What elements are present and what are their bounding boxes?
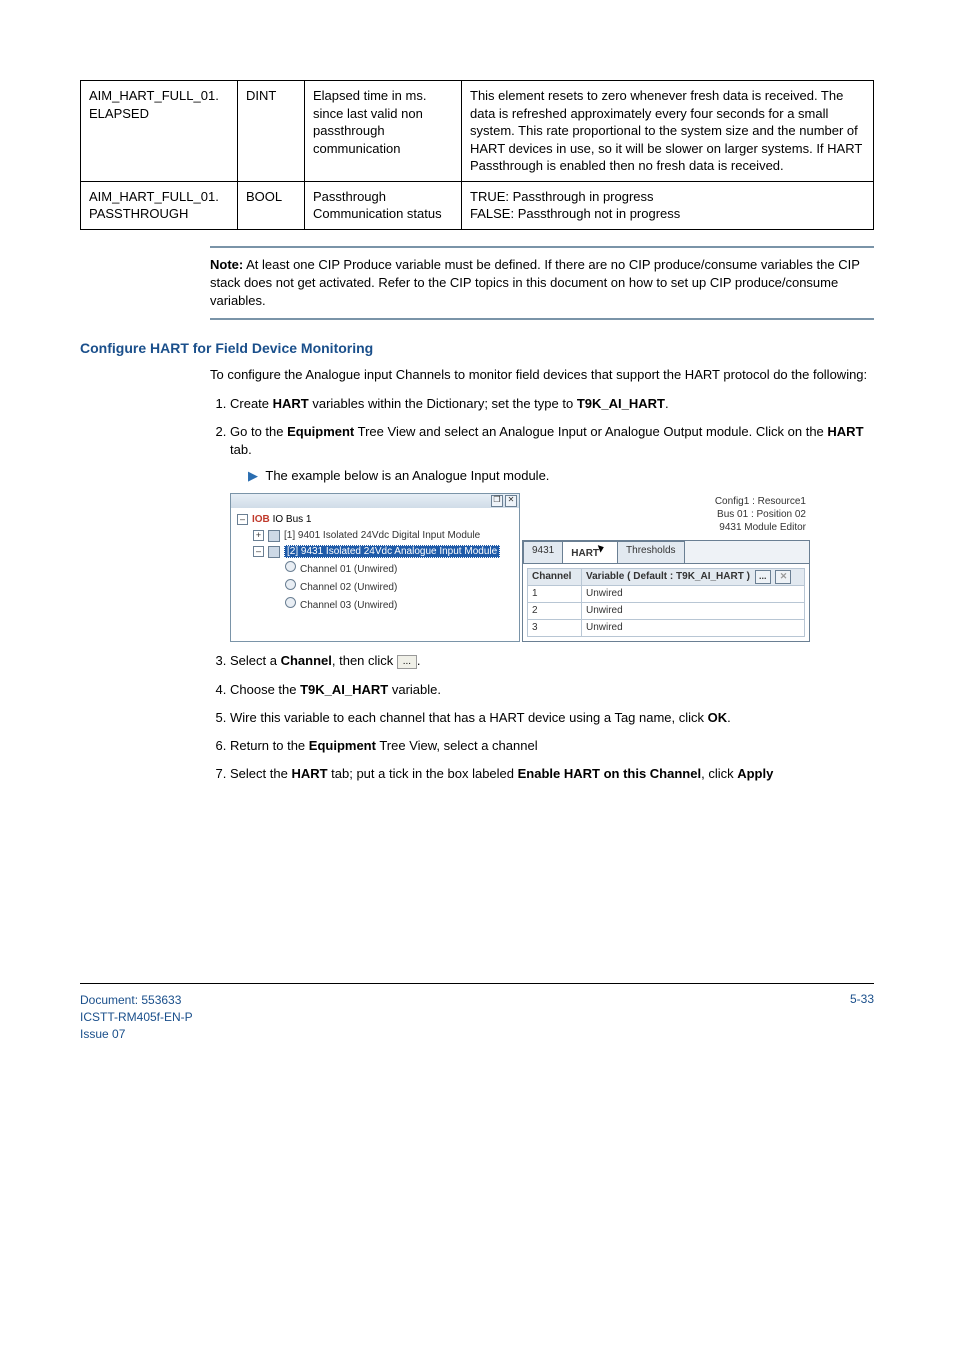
- val-3[interactable]: Unwired: [582, 620, 805, 637]
- channel-icon: [285, 579, 296, 590]
- tree-ch3[interactable]: Channel 03 (Unwired): [300, 600, 397, 611]
- tree-collapse-icon-2[interactable]: –: [253, 546, 264, 557]
- ch-1[interactable]: 1: [528, 586, 582, 603]
- tree-iob: IOB: [252, 514, 270, 525]
- step-5: Wire this variable to each channel that …: [230, 709, 874, 727]
- note-text: At least one CIP Produce variable must b…: [210, 257, 860, 308]
- cell-type-1: BOOL: [238, 181, 305, 229]
- val-2[interactable]: Unwired: [582, 603, 805, 620]
- val-1[interactable]: Unwired: [582, 586, 805, 603]
- tab-hart[interactable]: HART: [562, 541, 618, 563]
- ch-3[interactable]: 3: [528, 620, 582, 637]
- hdr-line3: 9431 Module Editor: [526, 521, 806, 534]
- channel-icon: [285, 597, 296, 608]
- tree-ch2[interactable]: Channel 02 (Unwired): [300, 582, 397, 593]
- footer-page: 5-33: [850, 992, 874, 1042]
- channel-icon: [285, 561, 296, 572]
- embedded-screenshot: ❐ ✕ –IOB IO Bus 1 +[1] 9401 Isolated 24V…: [230, 493, 810, 642]
- step-7: Select the HART tab; put a tick in the b…: [230, 765, 874, 783]
- step-4: Choose the T9K_AI_HART variable.: [230, 681, 874, 699]
- footer-doc: Document: 553633: [80, 992, 193, 1009]
- step-3: Select a Channel, then click ....: [230, 652, 874, 670]
- note-label: Note:: [210, 257, 243, 272]
- step-1: Create HART variables within the Diction…: [230, 395, 874, 413]
- step-6: Return to the Equipment Tree View, selec…: [230, 737, 874, 755]
- data-structure-table: AIM_HART_FULL_01. ELAPSED DINT Elapsed t…: [80, 80, 874, 230]
- tree-collapse-icon[interactable]: –: [237, 514, 248, 525]
- col-channel: Channel: [528, 569, 582, 586]
- cell-name-0: AIM_HART_FULL_01. ELAPSED: [81, 81, 238, 182]
- cell-type-0: DINT: [238, 81, 305, 182]
- cell-desc-0: Elapsed time in ms. since last valid non…: [305, 81, 462, 182]
- cell-name-1: AIM_HART_FULL_01. PASSTHROUGH: [81, 181, 238, 229]
- triangle-bullet-icon: ▶: [248, 467, 262, 485]
- cell-detail-0: This element resets to zero whenever fre…: [462, 81, 874, 182]
- cell-detail-1: TRUE: Passthrough in progress FALSE: Pas…: [462, 181, 874, 229]
- tree-bus: IO Bus 1: [273, 514, 312, 525]
- channel-variable-table: Channel Variable ( Default : T9K_AI_HART…: [527, 568, 805, 637]
- editor-header: Config1 : Resource1 Bus 01 : Position 02…: [522, 493, 810, 536]
- module-icon-2: [268, 546, 280, 558]
- module-icon: [268, 530, 280, 542]
- footer-issue: Issue 07: [80, 1026, 193, 1043]
- tree-close-icon[interactable]: ✕: [505, 495, 517, 507]
- tree-expand-icon-1[interactable]: +: [253, 530, 264, 541]
- ch-2[interactable]: 2: [528, 603, 582, 620]
- tab-thresholds[interactable]: Thresholds: [617, 541, 684, 563]
- tree-restore-icon[interactable]: ❐: [491, 495, 503, 507]
- tree-panel: ❐ ✕ –IOB IO Bus 1 +[1] 9401 Isolated 24V…: [230, 493, 520, 642]
- step-2: Go to the Equipment Tree View and select…: [230, 423, 874, 643]
- intro-paragraph: To configure the Analogue input Channels…: [210, 366, 874, 384]
- col-variable: Variable ( Default : T9K_AI_HART ) ... ✕: [582, 569, 805, 586]
- tree-ch1[interactable]: Channel 01 (Unwired): [300, 564, 397, 575]
- step-2-sub: The example below is an Analogue Input m…: [265, 468, 549, 483]
- ellipsis-header-button[interactable]: ...: [755, 570, 771, 584]
- hdr-line1: Config1 : Resource1: [526, 495, 806, 508]
- tab-9431[interactable]: 9431: [523, 541, 563, 563]
- footer-code: ICSTT-RM405f-EN-P: [80, 1009, 193, 1026]
- section-heading: Configure HART for Field Device Monitori…: [80, 340, 874, 356]
- tree-item-1[interactable]: [1] 9401 Isolated 24Vdc Digital Input Mo…: [284, 530, 480, 541]
- ellipsis-button[interactable]: ...: [397, 655, 417, 669]
- cursor-icon: [599, 544, 609, 556]
- hdr-line2: Bus 01 : Position 02: [526, 508, 806, 521]
- note-block: Note: At least one CIP Produce variable …: [210, 246, 874, 321]
- clear-header-button[interactable]: ✕: [775, 570, 791, 584]
- cell-desc-1: Passthrough Communication status: [305, 181, 462, 229]
- tree-item-2-selected[interactable]: [2] 9431 Isolated 24Vdc Analogue Input M…: [284, 545, 500, 558]
- page-footer: Document: 553633 ICSTT-RM405f-EN-P Issue…: [80, 983, 874, 1042]
